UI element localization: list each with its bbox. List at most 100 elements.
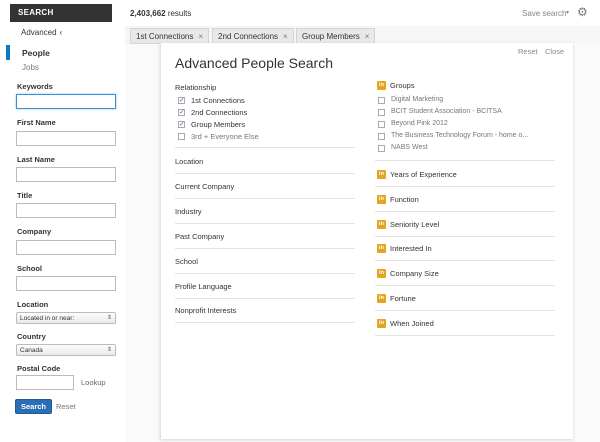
checkbox-unchecked[interactable] — [378, 97, 385, 104]
divider — [375, 260, 555, 261]
chevron-left-icon: ‹ — [59, 28, 63, 37]
premium-in-badge-icon: in — [377, 220, 386, 229]
gear-icon[interactable]: ⚙ — [577, 6, 589, 18]
panel-close-link[interactable]: Close — [545, 47, 564, 56]
close-icon[interactable]: × — [198, 32, 203, 41]
nav-item-jobs[interactable]: Jobs — [22, 63, 39, 72]
group-option-label: BCIT Student Association - BCITSA — [391, 108, 502, 115]
divider — [375, 236, 555, 237]
advanced-label: Advanced — [21, 28, 57, 37]
relationship-heading: Relationship — [175, 83, 217, 92]
premium-in-badge-icon: in — [377, 269, 386, 278]
nav-item-people[interactable]: People — [22, 48, 50, 58]
divider — [375, 310, 555, 311]
country-select-value: Canada — [20, 347, 43, 354]
divider — [175, 223, 355, 224]
divider — [375, 285, 555, 286]
filter-tab-label: 2nd Connections — [218, 32, 279, 41]
premium-in-badge-icon: in — [377, 294, 386, 303]
divider — [175, 173, 355, 174]
location-select[interactable]: Located in or near: ⇕ — [16, 312, 116, 324]
divider — [375, 211, 555, 212]
filter-tab-label: Group Members — [302, 32, 360, 41]
save-search-caret-icon[interactable]: ▾ — [566, 9, 569, 16]
filter-company-size[interactable]: Company Size — [390, 269, 439, 278]
keywords-input[interactable] — [16, 94, 116, 109]
advanced-toggle[interactable]: Advanced ‹ — [21, 28, 62, 37]
checkbox-unchecked[interactable] — [378, 133, 385, 140]
school-input[interactable] — [16, 276, 116, 291]
filter-nonprofit-interests[interactable]: Nonprofit Interests — [175, 306, 236, 315]
title-input[interactable] — [16, 203, 116, 218]
top-bar: SEARCH 2,403,662 results Save search ▾ ⚙ — [0, 0, 600, 26]
checkbox-checked[interactable]: ✓ — [178, 121, 185, 128]
select-arrows-icon: ⇕ — [106, 315, 112, 321]
divider — [375, 186, 555, 187]
group-option-label: NABS West — [391, 144, 428, 151]
filter-tab-group-members[interactable]: Group Members × — [296, 28, 376, 44]
lookup-link[interactable]: Lookup — [81, 378, 106, 387]
filter-interested-in[interactable]: Interested In — [390, 244, 432, 253]
divider — [175, 273, 355, 274]
company-input[interactable] — [16, 240, 116, 255]
divider — [175, 248, 355, 249]
filter-profile-language[interactable]: Profile Language — [175, 282, 232, 291]
first-name-input[interactable] — [16, 131, 116, 146]
premium-in-badge-icon: in — [377, 244, 386, 253]
filter-fortune[interactable]: Fortune — [390, 294, 416, 303]
reset-left-link[interactable]: Reset — [56, 402, 76, 411]
divider — [175, 198, 355, 199]
close-icon[interactable]: × — [283, 32, 288, 41]
groups-heading: Groups — [390, 81, 415, 90]
filter-location[interactable]: Location — [175, 157, 203, 166]
country-select[interactable]: Canada ⇕ — [16, 344, 116, 356]
filter-when-joined[interactable]: When Joined — [390, 319, 434, 328]
keywords-label: Keywords — [17, 82, 53, 91]
filter-tab-1st-connections[interactable]: 1st Connections × — [130, 28, 210, 44]
search-submit-button[interactable]: Search — [15, 399, 52, 414]
divider — [175, 322, 355, 323]
filter-current-company[interactable]: Current Company — [175, 182, 234, 191]
group-option-label: Digital Marketing — [391, 96, 444, 103]
company-label: Company — [17, 227, 52, 236]
checkbox-unchecked[interactable] — [378, 109, 385, 116]
filter-seniority-level[interactable]: Seniority Level — [390, 220, 439, 229]
filter-school[interactable]: School — [175, 257, 198, 266]
checkbox-unchecked[interactable] — [378, 121, 385, 128]
panel-title: Advanced People Search — [175, 55, 333, 71]
filter-industry[interactable]: Industry — [175, 207, 202, 216]
divider — [175, 298, 355, 299]
premium-in-badge-icon: in — [377, 170, 386, 179]
divider — [375, 335, 555, 336]
active-nav-indicator — [6, 45, 10, 60]
last-name-label: Last Name — [17, 155, 55, 164]
last-name-input[interactable] — [16, 167, 116, 182]
premium-in-badge-icon: in — [377, 195, 386, 204]
checkbox-unchecked[interactable] — [378, 145, 385, 152]
group-option-label: Beyond Pink 2012 — [391, 120, 448, 127]
school-label: School — [17, 264, 43, 273]
advanced-search-panel: Reset Close Advanced People Search Relat… — [160, 43, 573, 439]
checkbox-unchecked[interactable] — [178, 133, 185, 140]
filter-years-of-experience[interactable]: Years of Experience — [390, 170, 457, 179]
search-tab-button[interactable]: SEARCH — [10, 4, 112, 22]
checkbox-checked[interactable]: ✓ — [178, 109, 185, 116]
divider — [175, 147, 355, 148]
save-search-link[interactable]: Save search — [522, 9, 566, 18]
filter-tab-label: 1st Connections — [136, 32, 194, 41]
postal-code-input[interactable] — [16, 375, 74, 390]
premium-in-badge-icon: in — [377, 319, 386, 328]
divider — [375, 160, 555, 161]
close-icon[interactable]: × — [365, 32, 370, 41]
title-label: Title — [17, 191, 33, 200]
filter-past-company[interactable]: Past Company — [175, 232, 224, 241]
location-label: Location — [17, 300, 49, 309]
checkbox-checked[interactable]: ✓ — [178, 97, 185, 104]
postal-code-label: Postal Code — [17, 364, 61, 373]
select-arrows-icon: ⇕ — [106, 347, 112, 353]
filter-tab-2nd-connections[interactable]: 2nd Connections × — [212, 28, 294, 44]
results-count: 2,403,662 results — [130, 9, 191, 18]
panel-reset-link[interactable]: Reset — [518, 47, 538, 56]
filter-function[interactable]: Function — [390, 195, 419, 204]
results-number: 2,403,662 — [130, 9, 166, 18]
